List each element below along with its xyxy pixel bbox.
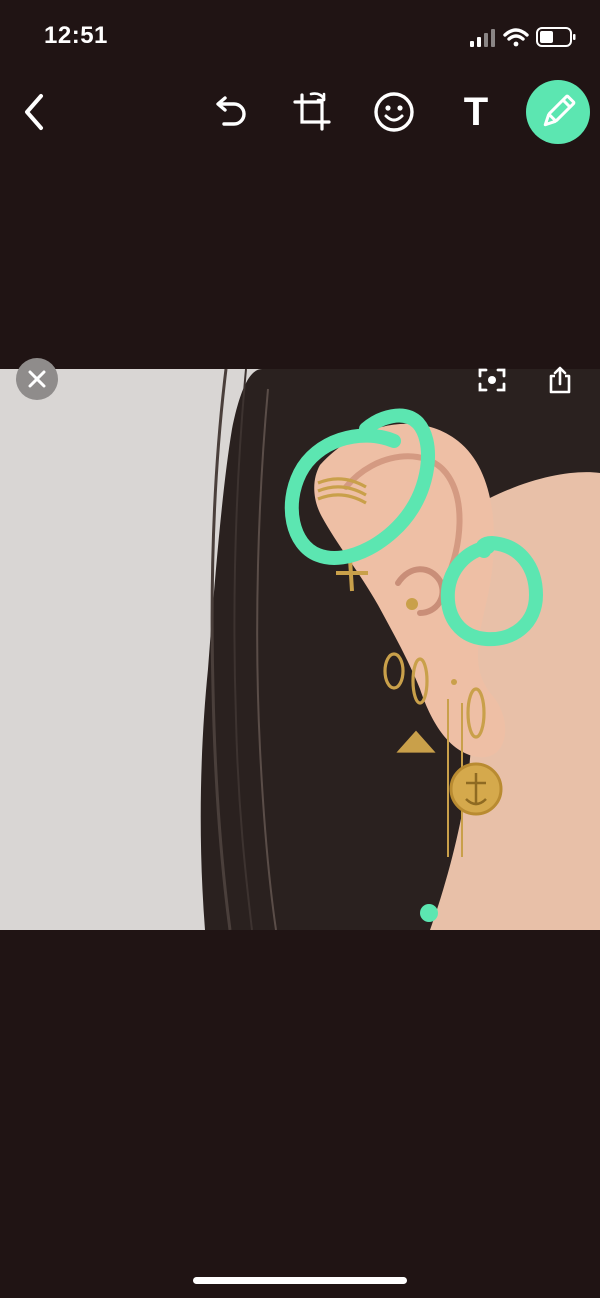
wifi-icon <box>503 28 529 47</box>
emoji-button[interactable] <box>362 80 426 144</box>
home-indicator[interactable] <box>193 1277 407 1284</box>
text-tool-button[interactable]: T <box>444 80 508 144</box>
undo-button[interactable] <box>198 80 262 144</box>
undo-icon <box>216 96 246 126</box>
scan-icon <box>478 368 506 392</box>
status-bar: 12:51 <box>0 0 600 76</box>
battery-icon <box>536 27 576 47</box>
status-icons <box>468 24 578 52</box>
emoji-icon <box>374 92 414 132</box>
back-icon <box>25 94 43 130</box>
edited-photo[interactable] <box>0 369 600 930</box>
crop-rotate-icon <box>293 92 331 131</box>
draw-button[interactable] <box>526 80 590 144</box>
drawn-dot <box>420 904 438 922</box>
image-scan-button[interactable] <box>476 366 508 394</box>
back-button[interactable] <box>4 80 68 144</box>
pencil-icon <box>543 94 576 127</box>
image-close-button[interactable] <box>16 358 58 400</box>
cellular-signal-icon <box>470 29 495 47</box>
status-time: 12:51 <box>44 22 108 49</box>
crop-rotate-button[interactable] <box>280 80 344 144</box>
share-icon <box>549 366 571 394</box>
close-icon <box>28 370 46 388</box>
text-tool-label: T <box>463 90 489 134</box>
editor-toolbar: T <box>0 76 600 150</box>
image-share-button[interactable] <box>544 366 576 394</box>
